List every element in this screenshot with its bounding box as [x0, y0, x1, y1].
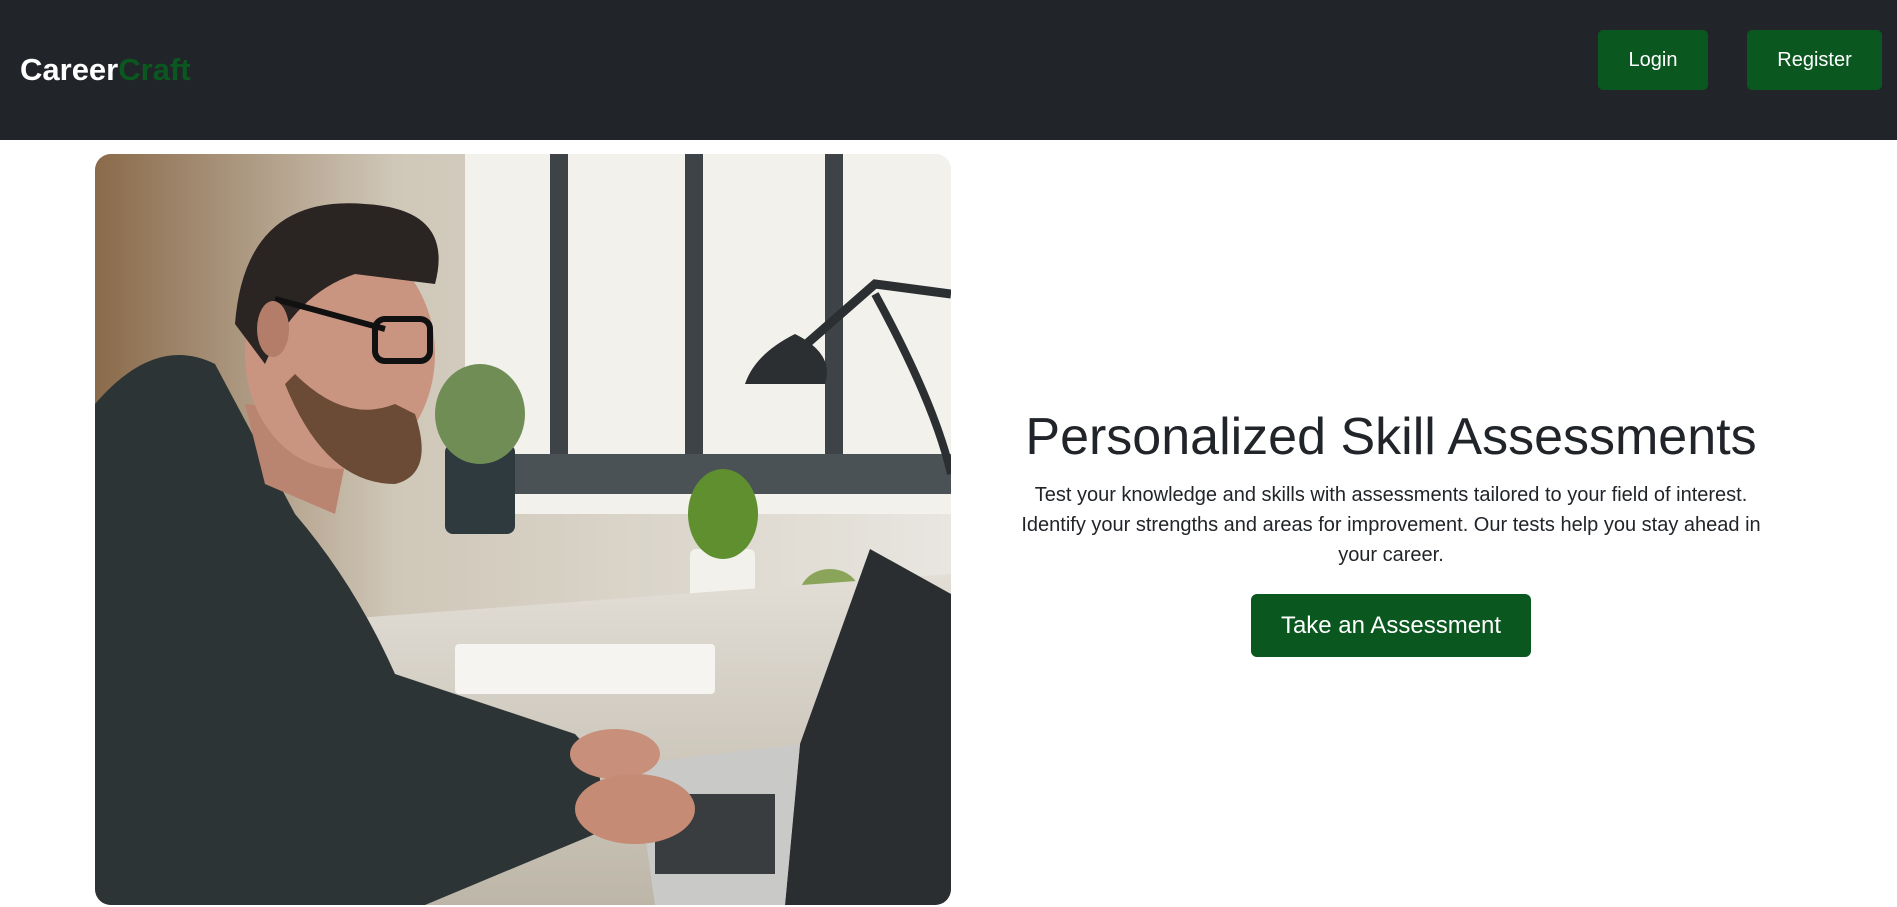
register-button[interactable]: Register [1747, 30, 1882, 90]
brand-logo-career: Career [20, 52, 119, 87]
brand-logo[interactable]: CareerCraft [20, 52, 191, 88]
hero-description: Test your knowledge and skills with asse… [1021, 484, 1761, 566]
login-button[interactable]: Login [1598, 30, 1708, 90]
hero-photo-illustration [95, 154, 951, 905]
brand-logo-craft: Craft [118, 52, 191, 87]
navbar: CareerCraft Login Register [0, 0, 1897, 140]
hero-image [95, 154, 951, 905]
take-assessment-button[interactable]: Take an Assessment [1250, 594, 1532, 657]
hero-text-block: Personalized Skill Assessments Test your… [1010, 400, 1772, 657]
hero-title: Personalized Skill Assessments [1025, 408, 1757, 466]
